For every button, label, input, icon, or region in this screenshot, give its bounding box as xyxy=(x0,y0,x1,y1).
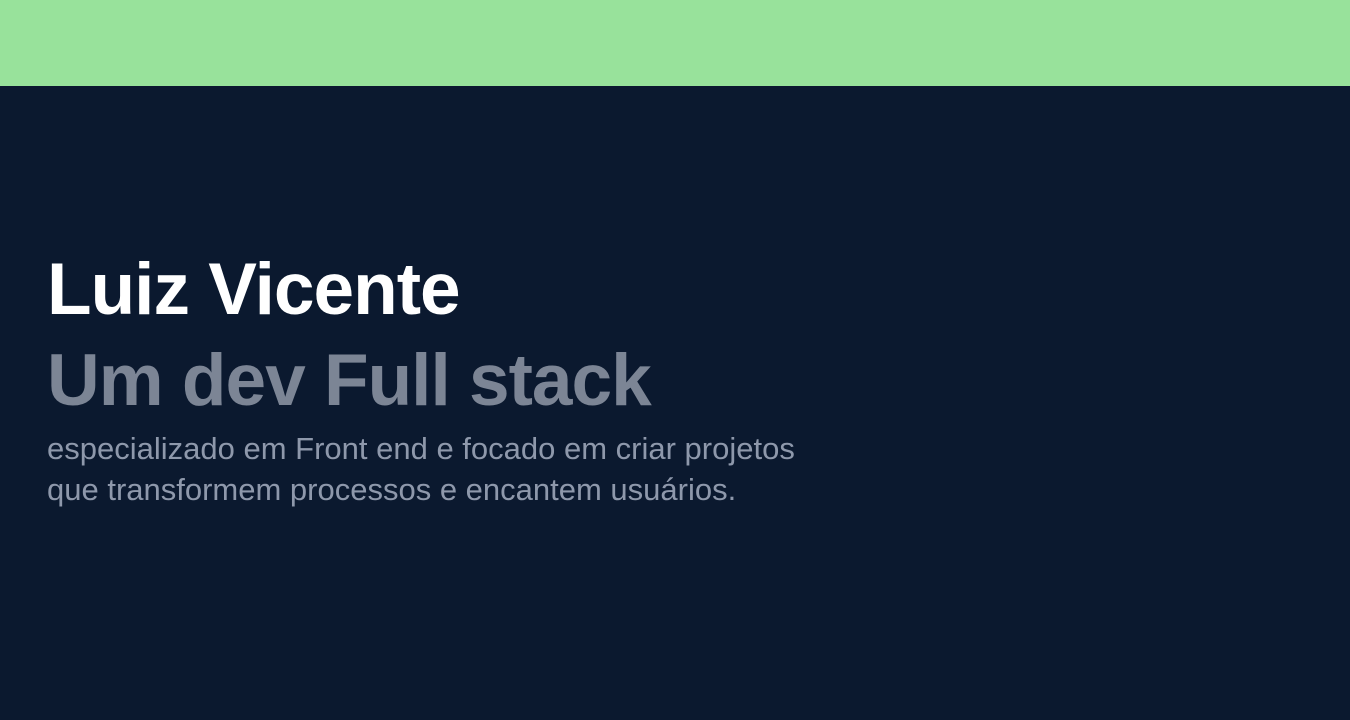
hero-description: especializado em Front end e focado em c… xyxy=(47,428,927,510)
header-bar xyxy=(0,0,1350,86)
hero-description-line-2: que transformem processos e encantem usu… xyxy=(47,472,737,507)
hero-description-line-1: especializado em Front end e focado em c… xyxy=(47,431,795,466)
hero-section: Luiz Vicente Um dev Full stack especiali… xyxy=(47,246,947,510)
hero-name: Luiz Vicente xyxy=(47,249,461,330)
hero-role: Um dev Full stack xyxy=(47,340,652,421)
